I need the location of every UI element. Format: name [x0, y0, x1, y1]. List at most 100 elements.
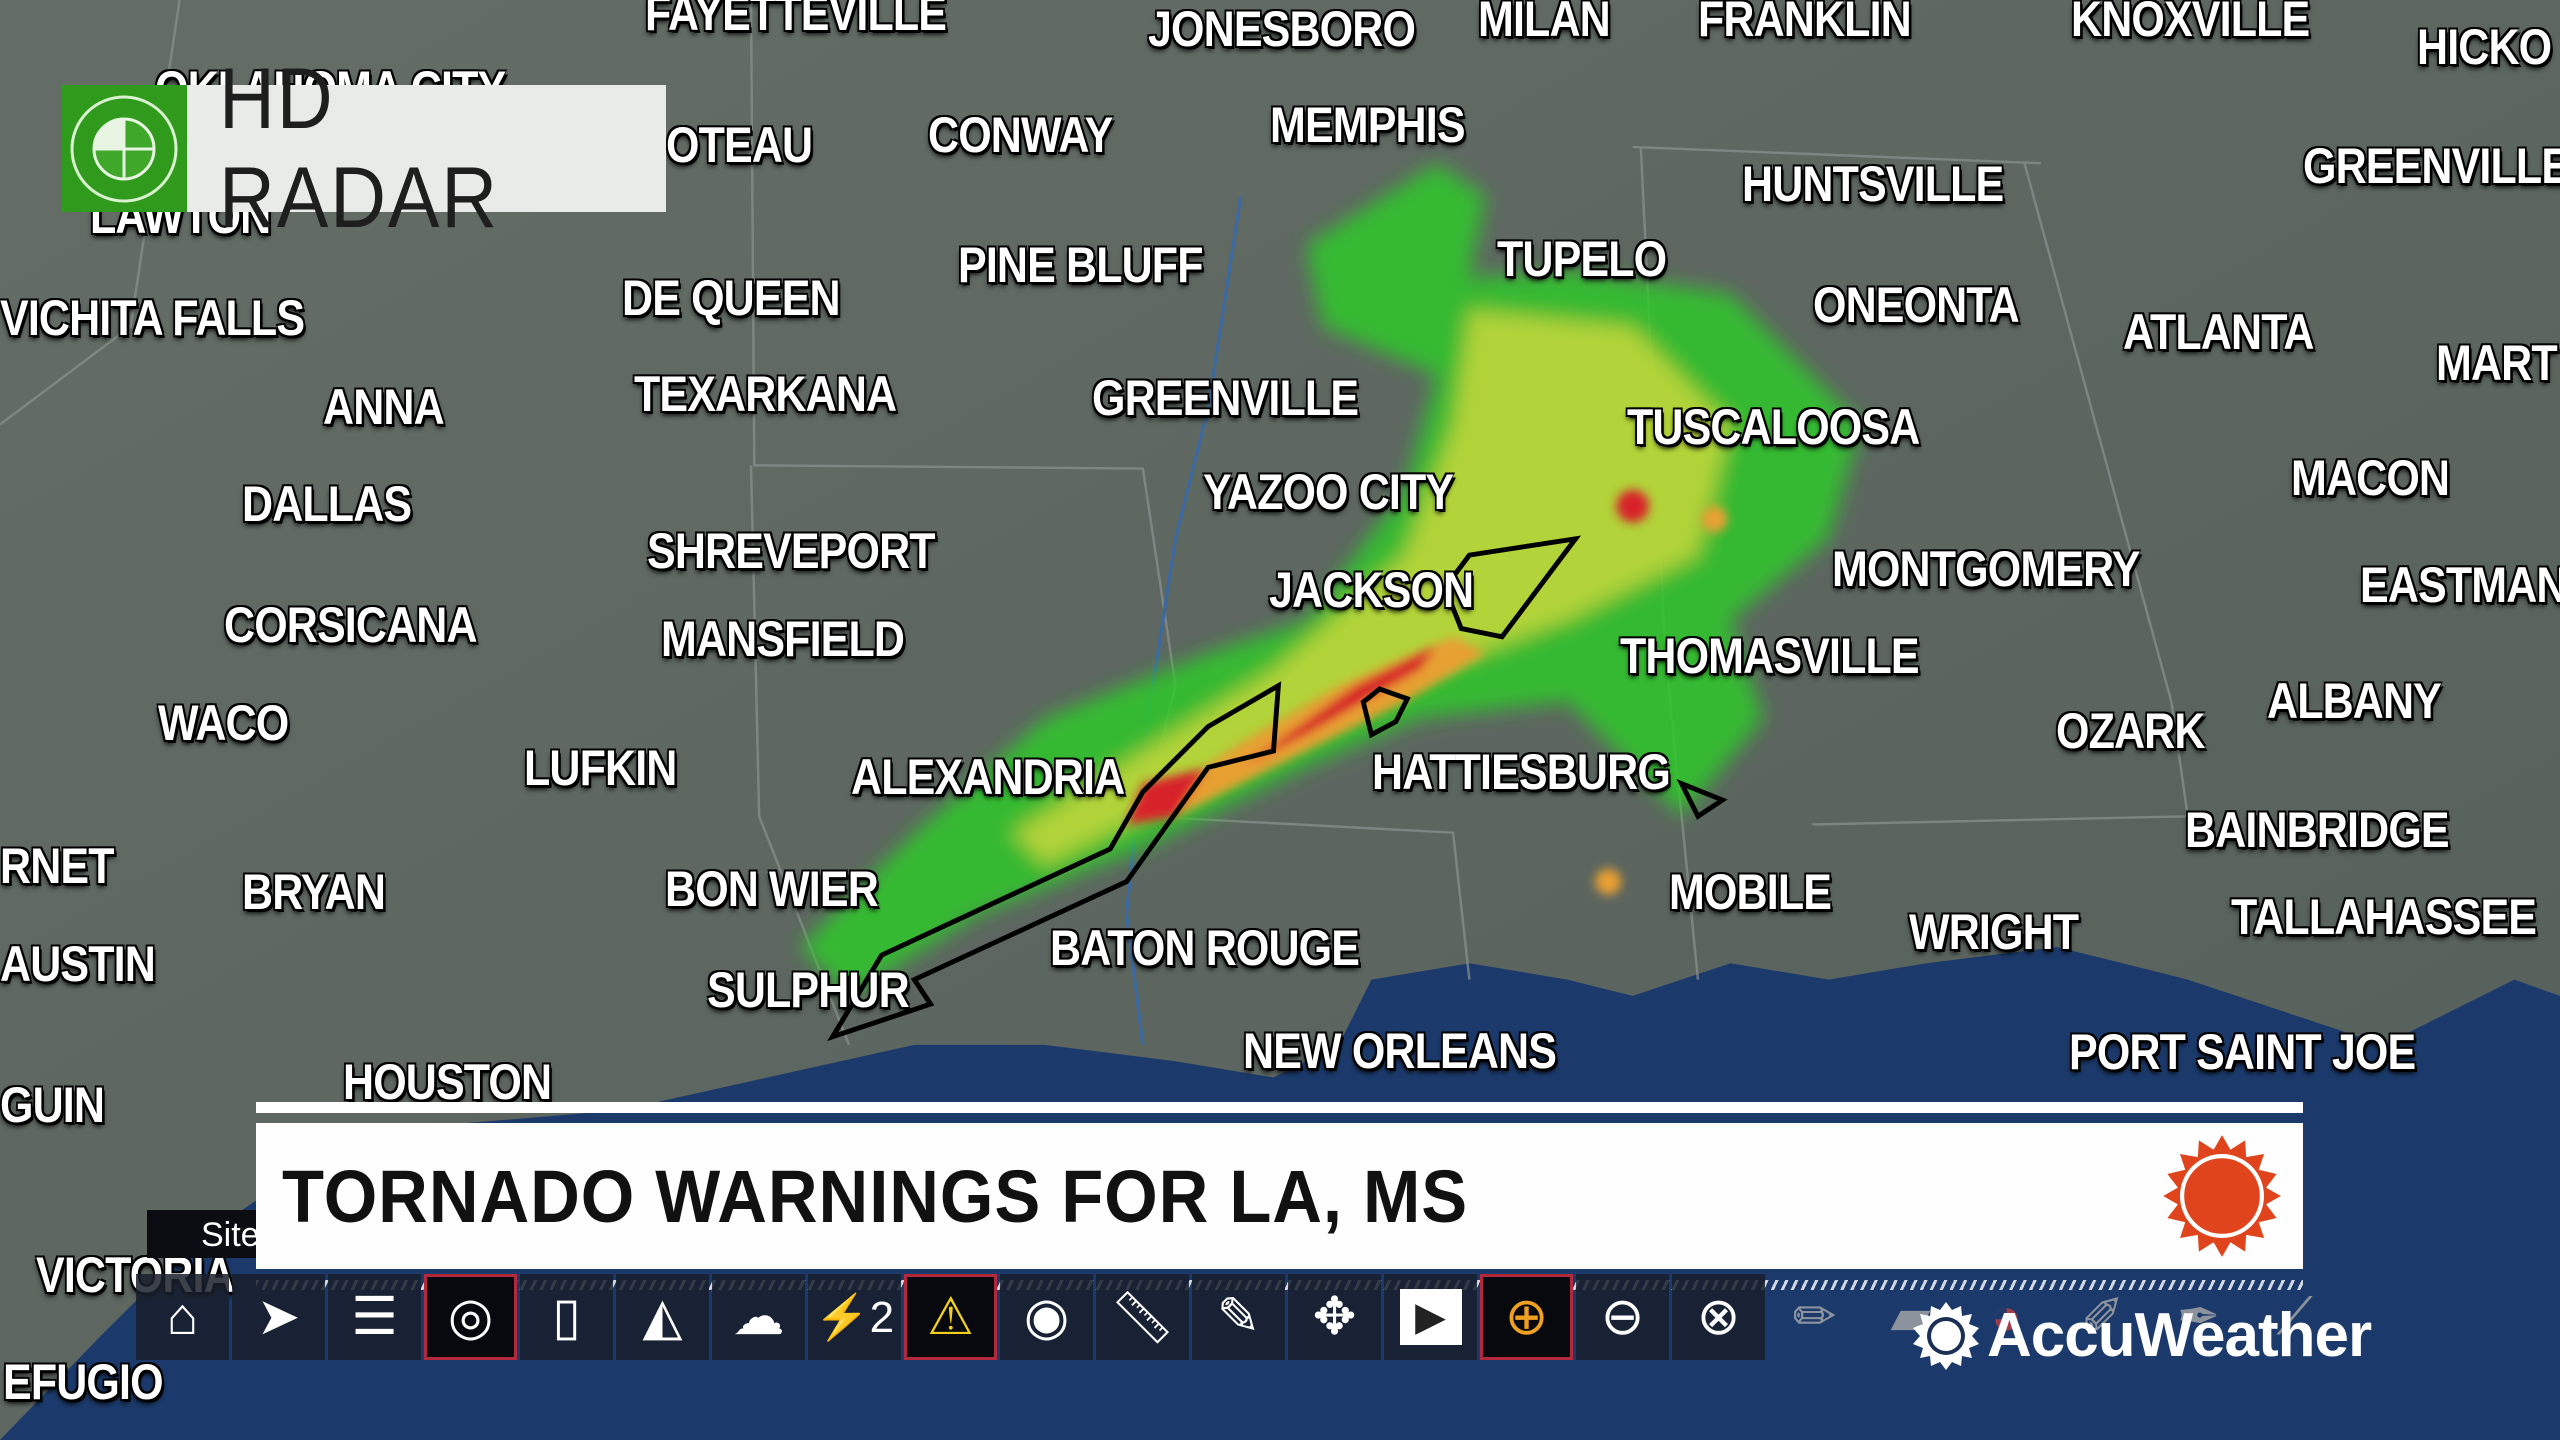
city-label: GREENVILLE — [2303, 138, 2560, 194]
lightning-cloud-icon: ☁ — [732, 1288, 785, 1346]
city-label: MART — [2436, 335, 2558, 391]
headline-banner: TORNADO WARNINGS FOR LA, MS — [256, 1123, 2303, 1269]
device-icon: ▯ — [552, 1288, 581, 1346]
city-label: MACON — [2291, 450, 2450, 506]
radar-button[interactable]: ◎ — [424, 1274, 517, 1360]
city-label: MANSFIELD — [661, 611, 905, 667]
eye-icon: ◉ — [1023, 1288, 1070, 1346]
radar-icon: ◎ — [447, 1288, 494, 1346]
page-title: HD RADAR — [218, 50, 499, 246]
city-label: FRANKLIN — [1698, 0, 1912, 47]
city-label: GREENVILLE — [1092, 370, 1359, 426]
city-label: FAYETTEVILLE — [645, 0, 947, 41]
pencil-icon: ✏ — [1792, 1288, 1837, 1346]
radar-scope-icon — [62, 85, 187, 212]
play-icon: ▶ — [1399, 1289, 1462, 1345]
city-label: OZARK — [2056, 703, 2205, 759]
eyedropper-button[interactable]: ✎ — [1192, 1274, 1285, 1360]
city-label: KNOXVILLE — [2071, 0, 2310, 47]
city-label: ALEXANDRIA — [851, 749, 1125, 805]
city-label: CORSICANA — [224, 597, 478, 653]
city-label: OTEAU — [666, 117, 813, 173]
city-label: DALLAS — [242, 476, 412, 532]
city-label: DE QUEEN — [622, 270, 841, 326]
city-label: BAINBRIDGE — [2185, 802, 2450, 858]
city-label: WACO — [158, 695, 289, 751]
city-label: ONEONTA — [1813, 277, 2020, 333]
city-label: MEMPHIS — [1270, 97, 1466, 153]
city-label: TUSCALOOSA — [1627, 399, 1920, 455]
layers-button[interactable]: ☰ — [328, 1274, 421, 1360]
city-label: THOMASVILLE — [1620, 628, 1920, 684]
city-label: ATLANTA — [2123, 304, 2314, 360]
city-label: CONWAY — [928, 107, 1113, 163]
device-button[interactable]: ▯ — [520, 1274, 613, 1360]
city-label: TUPELO — [1497, 231, 1667, 287]
city-label: NEW ORLEANS — [1243, 1023, 1557, 1079]
city-label: GUIN — [0, 1077, 105, 1133]
city-label: PORT SAINT JOE — [2069, 1024, 2416, 1080]
warning-icon: ⚠ — [927, 1288, 974, 1346]
zoom-in-icon: ⊕ — [1504, 1288, 1549, 1346]
ruler-button[interactable]: 📏︎ — [1096, 1274, 1189, 1360]
city-label: AUSTIN — [0, 936, 156, 992]
pencil-button[interactable]: ✏ — [1768, 1274, 1861, 1360]
play-button[interactable]: ▶ — [1384, 1274, 1477, 1360]
accuweather-logo: AccuWeather — [1911, 1300, 2372, 1371]
city-label: JONESBORO — [1148, 1, 1416, 57]
accuweather-logo-icon — [1913, 1301, 1979, 1370]
city-label: SHREVEPORT — [647, 523, 936, 579]
pan-icon: ✥ — [1312, 1288, 1357, 1346]
city-label: HUNTSVILLE — [1742, 156, 2004, 212]
city-label: JACKSON — [1269, 562, 1474, 618]
city-label: HATTIESBURG — [1372, 744, 1671, 800]
city-label: TALLAHASSEE — [2231, 889, 2537, 945]
city-label: BON WIER — [665, 861, 879, 917]
city-label: LUFKIN — [524, 740, 677, 796]
split-screen-icon: ⚡2 — [814, 1293, 895, 1342]
city-label: SULPHUR — [707, 962, 910, 1018]
city-label: MONTGOMERY — [1832, 541, 2140, 597]
city-label: EFUGIO — [3, 1354, 164, 1410]
home-icon: ⌂ — [166, 1288, 199, 1346]
ruler-icon: 📏︎ — [1109, 1288, 1176, 1347]
lightning-button[interactable]: ☁ — [712, 1274, 805, 1360]
locate-button[interactable]: ➤ — [232, 1274, 325, 1360]
city-label: WRIGHT — [1909, 904, 2079, 960]
cone-icon: ◭ — [642, 1288, 683, 1346]
close-button[interactable]: ⊗ — [1672, 1274, 1765, 1360]
zoom-in-button[interactable]: ⊕ — [1480, 1274, 1573, 1360]
city-label: ALBANY — [2267, 673, 2442, 729]
site-label[interactable]: Site — [147, 1210, 267, 1258]
city-label: VICHITA FALLS — [0, 290, 305, 346]
hd-radar-header: HD RADAR — [62, 51, 666, 246]
brand-name: AccuWeather — [1987, 1301, 2372, 1370]
headline-text: TORNADO WARNINGS FOR LA, MS — [282, 1154, 1469, 1238]
city-label: MILAN — [1478, 0, 1611, 47]
location-arrow-icon: ➤ — [256, 1288, 301, 1346]
zoom-out-button[interactable]: ⊖ — [1576, 1274, 1669, 1360]
layers-icon: ☰ — [351, 1288, 398, 1346]
view-button[interactable]: ◉ — [1000, 1274, 1093, 1360]
city-label: PINE BLUFF — [958, 237, 1203, 293]
banner-divider — [256, 1102, 2303, 1113]
minus-icon: ⊖ — [1600, 1288, 1645, 1346]
city-label: TEXARKANA — [634, 366, 897, 422]
city-label: ANNA — [323, 379, 445, 435]
close-icon: ⊗ — [1696, 1288, 1741, 1346]
city-label: HICKO — [2417, 19, 2552, 75]
city-label: RNET — [0, 838, 114, 894]
city-label: EASTMAN — [2360, 557, 2560, 613]
city-label: MOBILE — [1669, 864, 1832, 920]
warnings-button[interactable]: ⚠ — [904, 1274, 997, 1360]
city-label: BRYAN — [242, 864, 386, 920]
city-label: YAZOO CITY — [1203, 464, 1454, 520]
home-button[interactable]: ⌂ — [136, 1274, 229, 1360]
accuweather-sun-icon — [2159, 1133, 2285, 1264]
city-label: BATON ROUGE — [1050, 920, 1360, 976]
cone-button[interactable]: ◭ — [616, 1274, 709, 1360]
split-screen-button[interactable]: ⚡2 — [808, 1274, 901, 1360]
split-number: 2 — [869, 1293, 895, 1342]
pan-button[interactable]: ✥ — [1288, 1274, 1381, 1360]
eyedropper-icon: ✎ — [1216, 1288, 1261, 1346]
